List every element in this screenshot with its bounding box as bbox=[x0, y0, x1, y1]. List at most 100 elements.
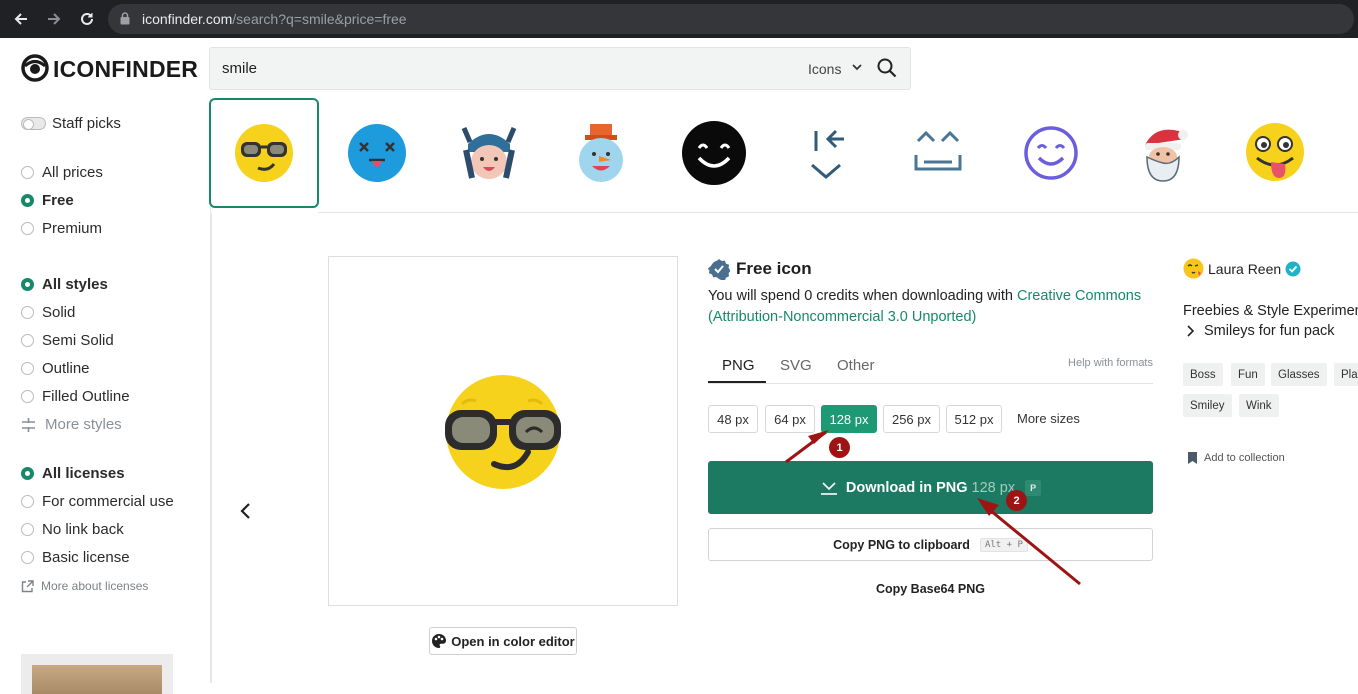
url-path: /search?q=smile&price=free bbox=[232, 11, 407, 27]
site-header: ICONFINDER smile Icons bbox=[0, 38, 1358, 98]
radio-icon[interactable] bbox=[21, 551, 34, 564]
more-styles-link[interactable]: More styles bbox=[21, 416, 122, 433]
open-color-editor-button[interactable]: Open in color editor bbox=[429, 627, 577, 655]
size-48-button[interactable]: 48 px bbox=[708, 405, 758, 433]
logo-icon[interactable] bbox=[21, 54, 49, 87]
free-icon-title: Free icon bbox=[736, 259, 812, 278]
price-free[interactable]: Free bbox=[21, 192, 74, 209]
strip-icon-tongue-out[interactable] bbox=[1220, 98, 1330, 208]
size-64-button[interactable]: 64 px bbox=[765, 405, 815, 433]
more-sizes-link[interactable]: More sizes bbox=[1017, 411, 1080, 426]
more-licenses-link[interactable]: More about licenses bbox=[21, 579, 148, 593]
style-label: All styles bbox=[42, 276, 108, 293]
size-512-button[interactable]: 512 px bbox=[946, 405, 1002, 433]
size-256-button[interactable]: 256 px bbox=[883, 405, 940, 433]
radio-selected-icon[interactable] bbox=[21, 194, 34, 207]
download-icon bbox=[820, 480, 838, 496]
promo-image[interactable] bbox=[21, 654, 173, 694]
address-bar[interactable]: iconfinder.com/search?q=smile&price=free bbox=[108, 4, 1354, 34]
pack-title[interactable]: Freebies & Style Experimen bbox=[1183, 303, 1358, 319]
download-png-button[interactable]: Download in PNG 128 px P bbox=[708, 461, 1153, 514]
tab-other[interactable]: Other bbox=[837, 357, 875, 374]
strip-icon-black-smile[interactable] bbox=[659, 98, 769, 208]
viking-girl-icon bbox=[461, 127, 517, 179]
price-premium[interactable]: Premium bbox=[21, 220, 102, 237]
chevron-right-icon bbox=[1186, 325, 1194, 337]
staff-picks-toggle[interactable] bbox=[21, 117, 46, 130]
search-bar[interactable]: smile Icons bbox=[209, 47, 911, 90]
copy-base64-button[interactable]: Copy Base64 PNG bbox=[708, 582, 1153, 596]
radio-selected-icon[interactable] bbox=[21, 278, 34, 291]
radio-icon[interactable] bbox=[21, 222, 34, 235]
search-input[interactable]: smile bbox=[222, 60, 257, 77]
strip-icon-viking[interactable] bbox=[434, 98, 544, 208]
chevron-left-icon[interactable] bbox=[238, 502, 254, 525]
add-collection-label: Add to collection bbox=[1204, 452, 1285, 464]
lock-icon bbox=[120, 12, 130, 30]
style-outline[interactable]: Outline bbox=[21, 360, 90, 377]
tag-pla[interactable]: Pla bbox=[1334, 363, 1358, 386]
promo-image-content bbox=[32, 665, 162, 694]
icon-preview bbox=[328, 256, 678, 606]
license-label: For commercial use bbox=[42, 493, 174, 510]
more-licenses-label: More about licenses bbox=[41, 579, 149, 593]
snowman-icon bbox=[579, 124, 623, 182]
chevron-down-icon[interactable] bbox=[851, 60, 863, 78]
license-no-link-back[interactable]: No link back bbox=[21, 521, 124, 538]
license-all[interactable]: All licenses bbox=[21, 465, 125, 482]
license-basic[interactable]: Basic license bbox=[21, 549, 130, 566]
tag-fun[interactable]: Fun bbox=[1231, 363, 1265, 386]
url-host: iconfinder.com bbox=[142, 11, 233, 27]
tab-svg[interactable]: SVG bbox=[780, 357, 812, 374]
forward-nav-icon[interactable] bbox=[43, 8, 65, 30]
back-nav-icon[interactable] bbox=[10, 8, 32, 30]
radio-icon[interactable] bbox=[21, 523, 34, 536]
radio-icon[interactable] bbox=[21, 166, 34, 179]
tag-wink[interactable]: Wink bbox=[1239, 394, 1279, 417]
subpack-label: Smileys for fun pack bbox=[1204, 323, 1335, 339]
radio-icon[interactable] bbox=[21, 495, 34, 508]
logo-text[interactable]: ICONFINDER bbox=[53, 56, 198, 83]
tag-smiley[interactable]: Smiley bbox=[1183, 394, 1232, 417]
tab-png[interactable]: PNG bbox=[722, 357, 755, 374]
browser-chrome: iconfinder.com/search?q=smile&price=free bbox=[0, 0, 1358, 38]
strip-icon-wink-arrows[interactable] bbox=[771, 98, 881, 208]
verified-check-icon bbox=[1285, 261, 1301, 277]
strip-icon-santa[interactable] bbox=[1108, 98, 1218, 208]
style-all[interactable]: All styles bbox=[21, 276, 108, 293]
dizzy-face-icon bbox=[348, 124, 406, 182]
tag-boss[interactable]: Boss bbox=[1183, 363, 1223, 386]
style-label: Filled Outline bbox=[42, 388, 130, 405]
strip-icon-purple-smile[interactable] bbox=[996, 98, 1106, 208]
search-type-select[interactable]: Icons bbox=[808, 61, 841, 77]
tag-glasses[interactable]: Glasses bbox=[1271, 363, 1327, 386]
reload-icon[interactable] bbox=[76, 8, 98, 30]
black-smile-icon bbox=[682, 121, 746, 185]
radio-selected-icon[interactable] bbox=[21, 467, 34, 480]
strip-icon-dizzy[interactable] bbox=[322, 98, 432, 208]
palette-icon bbox=[431, 633, 447, 649]
help-formats-link[interactable]: Help with formats bbox=[1068, 357, 1153, 369]
search-icon[interactable] bbox=[876, 57, 898, 84]
size-128-button[interactable]: 128 px bbox=[821, 405, 877, 433]
price-all[interactable]: All prices bbox=[21, 164, 103, 181]
radio-icon[interactable] bbox=[21, 306, 34, 319]
style-semi-solid[interactable]: Semi Solid bbox=[21, 332, 114, 349]
radio-icon[interactable] bbox=[21, 362, 34, 375]
add-to-collection-button[interactable]: Add to collection bbox=[1187, 451, 1285, 465]
radio-icon[interactable] bbox=[21, 334, 34, 347]
strip-icon-snowman[interactable] bbox=[546, 98, 656, 208]
strip-icon-happy-eyes[interactable] bbox=[883, 98, 993, 208]
download-shortcut: P bbox=[1025, 479, 1042, 496]
strip-icon-sunglasses-smiley[interactable] bbox=[209, 98, 319, 208]
subpack-link[interactable]: Smileys for fun pack bbox=[1186, 323, 1335, 339]
radio-icon[interactable] bbox=[21, 390, 34, 403]
staff-picks-label[interactable]: Staff picks bbox=[52, 115, 121, 132]
more-styles-label: More styles bbox=[45, 416, 122, 433]
author-info[interactable]: Laura Reen bbox=[1183, 258, 1301, 279]
style-solid[interactable]: Solid bbox=[21, 304, 75, 321]
copy-png-clipboard-button[interactable]: Copy PNG to clipboard Alt + P bbox=[708, 528, 1153, 561]
price-label: Free bbox=[42, 192, 74, 209]
license-commercial[interactable]: For commercial use bbox=[21, 493, 174, 510]
style-filled-outline[interactable]: Filled Outline bbox=[21, 388, 130, 405]
